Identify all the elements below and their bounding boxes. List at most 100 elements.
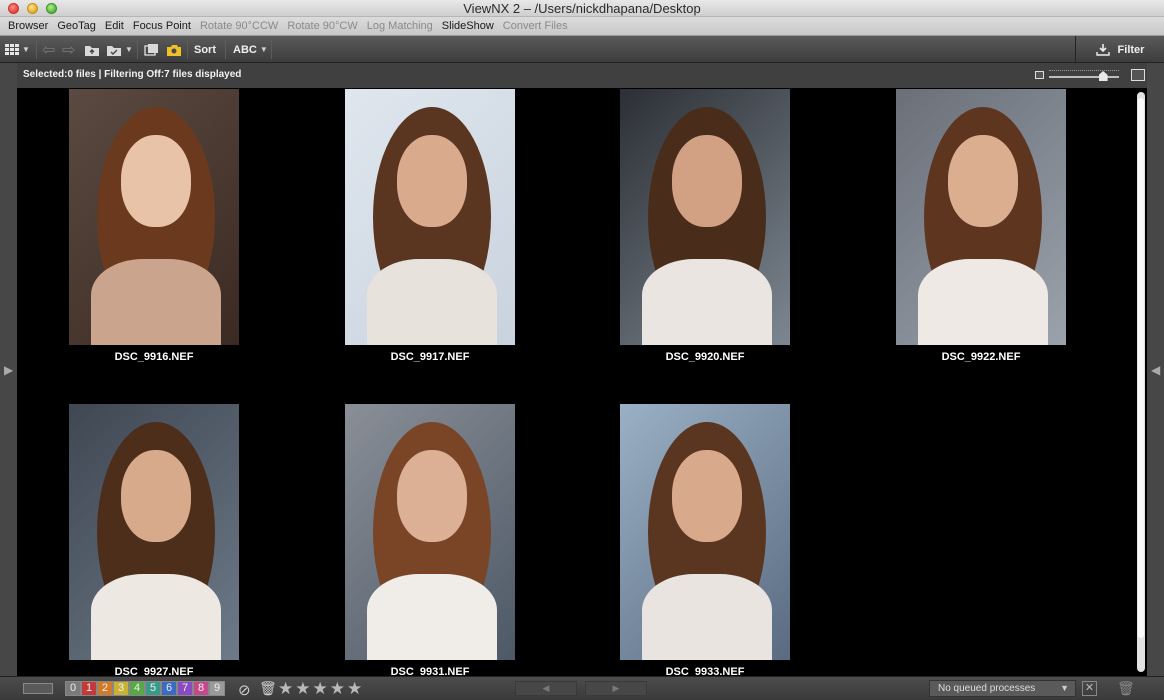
star-icon[interactable]: ★ bbox=[347, 679, 362, 699]
menu-item-browser[interactable]: Browser bbox=[8, 20, 48, 32]
left-panel-toggle[interactable]: ▶ bbox=[0, 63, 17, 676]
camera-folder-icon bbox=[167, 44, 181, 56]
chevron-down-icon: ▼ bbox=[22, 45, 30, 54]
photo-thumbnail[interactable]: DSC_9931.NEF bbox=[345, 404, 515, 676]
filter-button[interactable]: Filter bbox=[1075, 36, 1164, 63]
vertical-scrollbar[interactable] bbox=[1137, 92, 1145, 672]
color-label-9[interactable]: 9 bbox=[209, 681, 225, 696]
menu-item-geotag[interactable]: GeoTag bbox=[57, 20, 96, 32]
expand-left-icon: ◀ bbox=[1151, 363, 1161, 377]
photo-image[interactable] bbox=[896, 89, 1066, 345]
file-name-label: DSC_9917.NEF bbox=[390, 351, 470, 363]
bottom-bar: 0123456789 ⊘ 🗑 ★ ★ ★ ★ ★ ◀ ▶ No queued proce… bbox=[0, 676, 1164, 700]
close-icon: ✕ bbox=[1084, 682, 1095, 694]
photo-thumbnail[interactable]: DSC_9916.NEF bbox=[69, 89, 239, 363]
file-name-label: DSC_9922.NEF bbox=[941, 351, 1021, 363]
rating-stars: ★ ★ ★ ★ ★ bbox=[278, 679, 362, 699]
download-icon bbox=[1095, 44, 1110, 56]
menu-item-convert-files[interactable]: Convert Files bbox=[503, 20, 568, 32]
back-arrow-icon: ⇦ bbox=[42, 41, 56, 59]
no-rating-icon[interactable]: ⊘ bbox=[238, 681, 251, 699]
star-icon[interactable]: ★ bbox=[330, 679, 345, 699]
file-name-label: DSC_9927.NEF bbox=[114, 666, 194, 676]
camera-folder-button[interactable] bbox=[166, 40, 182, 59]
duplicate-button[interactable] bbox=[144, 40, 160, 59]
window-title: ViewNX 2 – /Users/nickdhapana/Desktop bbox=[463, 1, 701, 16]
photo-image[interactable] bbox=[345, 89, 515, 345]
color-label-0[interactable]: 0 bbox=[65, 681, 81, 696]
chevron-down-icon: ▼ bbox=[259, 45, 268, 54]
color-label-8[interactable]: 8 bbox=[193, 681, 209, 696]
menu-item-slideshow[interactable]: SlideShow bbox=[442, 20, 494, 32]
queue-status-text: No queued processes bbox=[938, 683, 1036, 694]
photo-thumbnail[interactable]: DSC_9933.NEF bbox=[620, 404, 790, 676]
trash-rating-icon[interactable]: 🗑 bbox=[259, 680, 277, 697]
file-name-label: DSC_9920.NEF bbox=[665, 351, 745, 363]
folder-up-button[interactable] bbox=[84, 40, 100, 59]
right-panel-toggle[interactable]: ◀ bbox=[1147, 63, 1164, 676]
expand-right-icon: ▶ bbox=[4, 363, 14, 377]
previous-image-button[interactable]: ◀ bbox=[515, 681, 577, 696]
menu-item-log-matching[interactable]: Log Matching bbox=[367, 20, 433, 32]
right-arrow-icon: ▶ bbox=[612, 683, 620, 693]
left-arrow-icon: ◀ bbox=[542, 683, 550, 693]
color-label-4[interactable]: 4 bbox=[129, 681, 145, 696]
abc-sort-dropdown[interactable]: ABC ▼ bbox=[233, 40, 268, 59]
thumbnail-grid: DSC_9916.NEF DSC_9917.NEF DSC_9920.NEF DSC_… bbox=[17, 88, 1147, 676]
folder-mark-icon bbox=[107, 45, 121, 56]
color-label-group: 0123456789 bbox=[65, 681, 225, 696]
photo-thumbnail[interactable]: DSC_9922.NEF bbox=[896, 89, 1066, 363]
small-thumbnail-icon[interactable] bbox=[1035, 71, 1044, 79]
photo-thumbnail[interactable]: DSC_9920.NEF bbox=[620, 89, 790, 363]
color-label-3[interactable]: 3 bbox=[113, 681, 129, 696]
star-icon[interactable]: ★ bbox=[313, 679, 328, 699]
chevron-down-icon: ▼ bbox=[1060, 683, 1069, 693]
back-button[interactable]: ⇦ bbox=[42, 40, 55, 59]
viewnx-window: ViewNX 2 – /Users/nickdhapana/Desktop Br… bbox=[0, 0, 1164, 700]
color-label-1[interactable]: 1 bbox=[81, 681, 97, 696]
star-icon[interactable]: ★ bbox=[278, 679, 293, 699]
photo-thumbnail[interactable]: DSC_9917.NEF bbox=[345, 89, 515, 363]
title-bar: ViewNX 2 – /Users/nickdhapana/Desktop bbox=[0, 0, 1164, 17]
photo-image[interactable] bbox=[620, 89, 790, 345]
menu-item-edit[interactable]: Edit bbox=[105, 20, 124, 32]
file-name-label: DSC_9931.NEF bbox=[390, 666, 470, 676]
folder-up-icon bbox=[85, 45, 99, 56]
next-image-button[interactable]: ▶ bbox=[585, 681, 647, 696]
duplicate-icon bbox=[144, 43, 158, 56]
filter-label: Filter bbox=[1117, 43, 1145, 56]
toolbar: ▼ ⇦ ⇨ ▼ Sort ABC ▼ Filter bbox=[0, 36, 1164, 63]
photo-image[interactable] bbox=[345, 404, 515, 660]
folder-mark-button[interactable]: ▼ bbox=[106, 40, 133, 59]
thumbnail-size-slider[interactable] bbox=[1049, 76, 1119, 78]
menu-item-rotate-90-ccw[interactable]: Rotate 90°CCW bbox=[200, 20, 278, 32]
chevron-down-icon: ▼ bbox=[125, 45, 133, 54]
selection-status: Selected:0 files | Filtering Off:7 files… bbox=[23, 69, 242, 80]
grid-view-button[interactable]: ▼ bbox=[5, 40, 30, 59]
color-label-2[interactable]: 2 bbox=[97, 681, 113, 696]
menu-item-rotate-90-cw[interactable]: Rotate 90°CW bbox=[287, 20, 357, 32]
star-icon[interactable]: ★ bbox=[295, 679, 310, 699]
cancel-process-button[interactable]: ✕ bbox=[1082, 681, 1097, 696]
color-label-6[interactable]: 6 bbox=[161, 681, 177, 696]
forward-arrow-icon: ⇨ bbox=[62, 41, 76, 59]
file-name-label: DSC_9933.NEF bbox=[665, 666, 745, 676]
clear-queue-icon[interactable]: 🗑 bbox=[1117, 680, 1135, 697]
photo-image[interactable] bbox=[69, 89, 239, 345]
photo-image[interactable] bbox=[620, 404, 790, 660]
forward-button[interactable]: ⇨ bbox=[62, 40, 75, 59]
filmstrip-toggle-button[interactable] bbox=[23, 683, 53, 694]
scrollbar-thumb[interactable] bbox=[1138, 98, 1144, 638]
color-label-7[interactable]: 7 bbox=[177, 681, 193, 696]
process-queue-dropdown[interactable]: No queued processes ▼ bbox=[929, 680, 1076, 697]
photo-thumbnail[interactable]: DSC_9927.NEF bbox=[69, 404, 239, 676]
file-name-label: DSC_9916.NEF bbox=[114, 351, 194, 363]
grid-view-icon bbox=[5, 44, 19, 55]
sort-button[interactable]: Sort bbox=[194, 40, 216, 59]
photo-image[interactable] bbox=[69, 404, 239, 660]
large-thumbnail-icon[interactable] bbox=[1131, 69, 1145, 81]
zoom-ticks bbox=[1049, 70, 1119, 73]
status-bar: Selected:0 files | Filtering Off:7 files… bbox=[17, 63, 1147, 88]
color-label-5[interactable]: 5 bbox=[145, 681, 161, 696]
menu-item-focus-point[interactable]: Focus Point bbox=[133, 20, 191, 32]
